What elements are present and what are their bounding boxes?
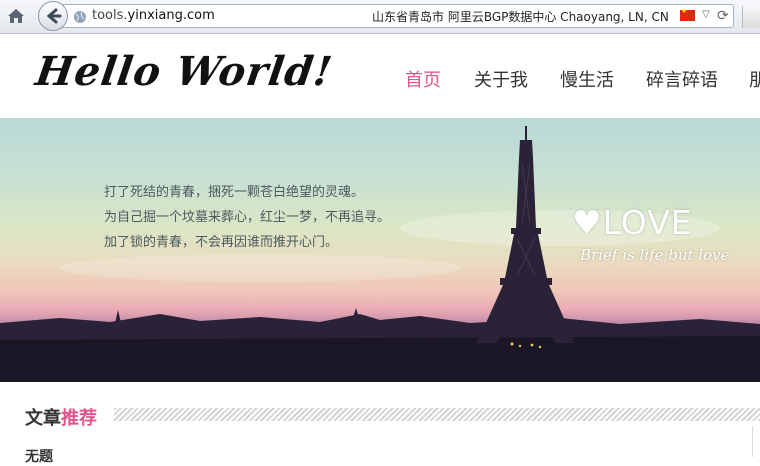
chevron-down-icon[interactable]: ▽ xyxy=(702,9,710,20)
article-list xyxy=(0,426,760,457)
url-text[interactable]: tools.yinxiang.com xyxy=(92,8,215,23)
toolbar-edge xyxy=(742,6,760,28)
nav-item-more[interactable]: 朋 xyxy=(749,66,760,92)
site-logo[interactable]: Hello World! xyxy=(33,48,336,95)
panel-border xyxy=(752,426,760,457)
banner-quote-line: 加了锁的青春，不会再因谁而推开心门。 xyxy=(104,235,339,250)
home-icon[interactable] xyxy=(6,7,26,25)
nav-item-notes[interactable]: 碎言碎语 xyxy=(646,66,718,92)
nav-item-slow-life[interactable]: 慢生活 xyxy=(560,66,614,92)
browser-toolbar: tools.yinxiang.com 山东省青岛市 阿里云BGP数据中心 Cha… xyxy=(0,0,760,34)
ip-location-text: 山东省青岛市 阿里云BGP数据中心 Chaoyang, LN, CN xyxy=(372,10,669,24)
nav-item-home[interactable]: 首页 xyxy=(405,66,441,92)
back-button[interactable] xyxy=(38,1,68,31)
refresh-icon[interactable]: ⟳ xyxy=(717,8,729,24)
love-subtitle: Brief is life,but love xyxy=(580,246,730,264)
article-title[interactable]: 无题 xyxy=(25,446,53,466)
banner-quote-line: 打了死结的青春，捆死一颗苍白绝望的灵魂。 xyxy=(104,185,365,200)
section-divider xyxy=(114,408,760,421)
nav-item-about[interactable]: 关于我 xyxy=(474,66,528,92)
banner-quote-line: 为自己掘一个坟墓来葬心，红尘一梦，不再追寻。 xyxy=(104,210,391,225)
cn-flag-icon: ★ xyxy=(680,7,695,21)
site-globe-icon[interactable] xyxy=(73,9,87,23)
love-heading: ♥LOVE xyxy=(572,203,693,242)
